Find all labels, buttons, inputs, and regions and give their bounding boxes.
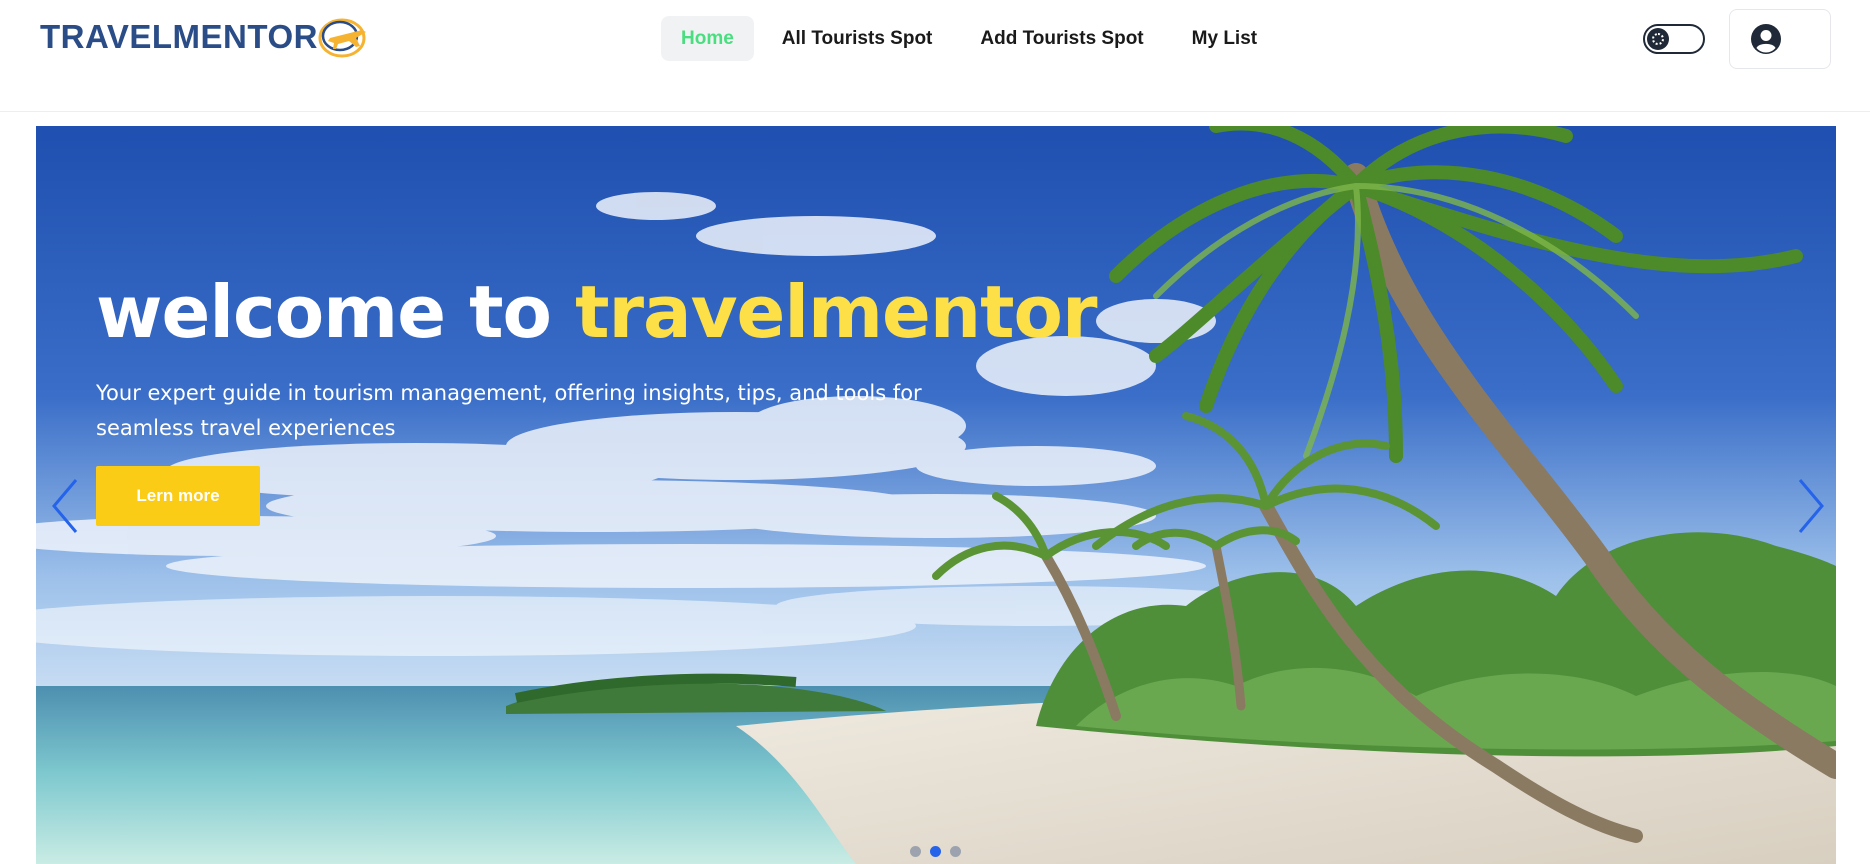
- user-menu-button[interactable]: [1729, 9, 1831, 69]
- carousel-dot-1[interactable]: [910, 846, 921, 857]
- plane-orbit-icon: [318, 18, 366, 58]
- learn-more-button[interactable]: Lern more: [96, 466, 260, 526]
- hero-title-highlight: travelmentor: [575, 270, 1097, 354]
- nav-item-my-list[interactable]: My List: [1172, 16, 1277, 61]
- nav-item-add-tourists-spot[interactable]: Add Tourists Spot: [960, 16, 1163, 61]
- sun-icon: [1647, 28, 1669, 50]
- hero-carousel: welcome to travelmentor Your expert guid…: [36, 126, 1836, 864]
- theme-toggle[interactable]: [1643, 24, 1705, 54]
- chevron-right-icon[interactable]: [1790, 474, 1830, 538]
- carousel-dot-3[interactable]: [950, 846, 961, 857]
- brand-logo[interactable]: TRAVELMENTOR: [40, 12, 372, 62]
- hero-title-prefix: welcome to: [96, 270, 552, 354]
- main-nav: Home All Tourists Spot Add Tourists Spot…: [661, 16, 1277, 61]
- hero-title: welcome to travelmentor: [96, 276, 1098, 348]
- nav-item-all-tourists-spot[interactable]: All Tourists Spot: [762, 16, 953, 61]
- hero-subtitle: Your expert guide in tourism management,…: [96, 381, 922, 440]
- navbar: TRAVELMENTOR Home All Tourists Spot Add …: [0, 0, 1870, 112]
- nav-item-home[interactable]: Home: [661, 16, 754, 61]
- brand-name: TRAVELMENTOR: [40, 18, 318, 55]
- carousel-dot-2[interactable]: [930, 846, 941, 857]
- beach-background-image: [36, 126, 1836, 864]
- chevron-left-icon[interactable]: [46, 474, 86, 538]
- user-circle-icon: [1751, 24, 1781, 54]
- carousel-pagination: [910, 846, 961, 857]
